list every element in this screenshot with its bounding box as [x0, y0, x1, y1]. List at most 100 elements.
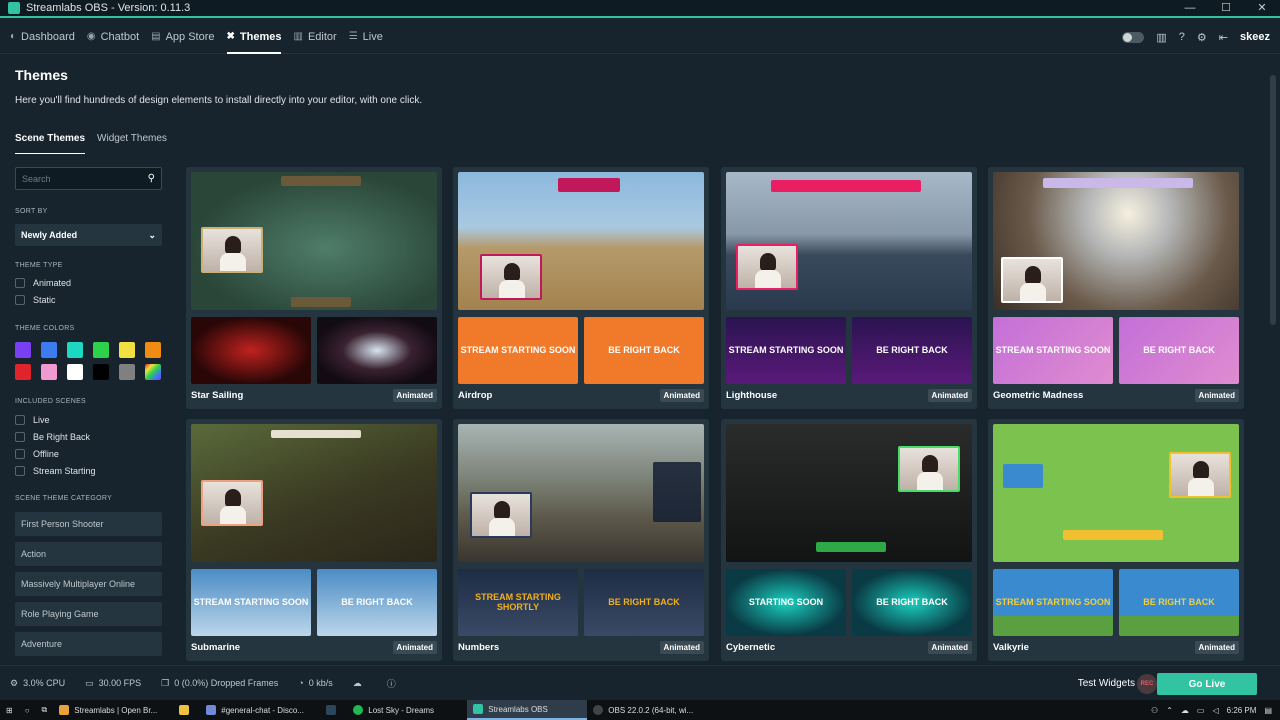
taskbar-app[interactable]: OBS 22.0.2 (64-bit, wi... [587, 700, 707, 720]
notifications-icon[interactable]: ▤ [1264, 706, 1272, 715]
settings-icon[interactable]: ⚙ [1197, 31, 1207, 44]
category-rpg[interactable]: Role Playing Game [15, 602, 162, 626]
go-live-button[interactable]: Go Live [1157, 673, 1257, 695]
chevron-up-icon[interactable]: ⌃ [1166, 706, 1173, 715]
content-scrollbar[interactable] [1266, 55, 1280, 665]
category-mmo[interactable]: Massively Multiplayer Online [15, 572, 162, 596]
nav-label: Themes [239, 30, 282, 43]
editor-icon: ▥ [293, 31, 303, 42]
checkbox[interactable] [15, 415, 25, 425]
theme-preview[interactable] [458, 172, 704, 310]
scene-option-brb[interactable]: Be Right Back [15, 432, 162, 442]
task-view-icon[interactable]: ⧉ [36, 700, 54, 720]
test-widgets-button[interactable]: Test Widgets [1078, 678, 1135, 689]
theme-preview[interactable] [993, 424, 1239, 562]
tab-scene-themes[interactable]: Scene Themes [15, 133, 86, 154]
taskbar-app[interactable]: Streamlabs | Open Br... [53, 700, 173, 720]
network-icon[interactable]: ▭ [1197, 706, 1205, 715]
color-swatch-green[interactable] [93, 342, 109, 358]
taskbar-app[interactable]: Streamlabs OBS [467, 700, 588, 720]
taskbar-app-label: Streamlabs | Open Br... [74, 705, 158, 715]
theme-card[interactable]: STREAM STARTING SOON BE RIGHT BACK Valky… [988, 419, 1244, 661]
people-icon[interactable]: ⚇ [1151, 706, 1158, 715]
minimize-button[interactable]: — [1172, 0, 1208, 17]
file-explorer-icon[interactable] [173, 700, 200, 720]
nav-editor[interactable]: ▥ Editor [293, 20, 336, 54]
clock[interactable]: 6:26 PM [1227, 706, 1257, 715]
theme-badge: Animated [659, 641, 704, 654]
color-swatch-pink[interactable] [41, 364, 57, 380]
cloud-icon: ☁ [352, 677, 362, 688]
sort-dropdown[interactable]: Newly Added ⌄ [15, 224, 162, 246]
onedrive-icon[interactable]: ☁ [1181, 706, 1189, 715]
color-swatch-rainbow[interactable] [145, 364, 161, 380]
close-button[interactable]: ✕ [1244, 0, 1280, 17]
nav-dashboard[interactable]: ◐ Dashboard [10, 20, 75, 54]
theme-preview[interactable] [726, 172, 972, 310]
dropped-frames: 0 (0.0%) Dropped Frames [174, 678, 279, 688]
layout-icon[interactable]: ▥ [1156, 31, 1166, 44]
color-swatch-black[interactable] [93, 364, 109, 380]
fps-icon: ▭ [85, 677, 94, 688]
checkbox[interactable] [15, 449, 25, 459]
scene-option-starting[interactable]: Stream Starting [15, 466, 162, 476]
theme-card[interactable]: STREAM STARTING SOON BE RIGHT BACK Subma… [186, 419, 442, 661]
theme-card[interactable]: STARTING SOON BE RIGHT BACK Cybernetic An… [721, 419, 977, 661]
taskbar-app[interactable]: Lost Sky - Dreams [347, 700, 467, 720]
theme-preview[interactable] [458, 424, 704, 562]
nav-chatbot[interactable]: ◉ Chatbot [87, 20, 139, 54]
theme-thumb: BE RIGHT BACK [584, 317, 704, 384]
checkbox[interactable] [15, 432, 25, 442]
category-action[interactable]: Action [15, 542, 162, 566]
theme-preview[interactable] [191, 424, 437, 562]
type-option-animated[interactable]: Animated [15, 278, 162, 288]
search-icon[interactable]: ⚲ [148, 173, 155, 184]
logout-icon[interactable]: ⇤ [1219, 31, 1228, 44]
tab-widget-themes[interactable]: Widget Themes [97, 133, 167, 154]
category-fps[interactable]: First Person Shooter [15, 512, 162, 536]
theme-card[interactable]: STREAM STARTING SOON BE RIGHT BACK Geome… [988, 167, 1244, 409]
checkbox[interactable] [15, 466, 25, 476]
color-swatch-orange[interactable] [145, 342, 161, 358]
theme-card[interactable]: STREAM STARTING SOON BE RIGHT BACK Light… [721, 167, 977, 409]
window-titlebar: Streamlabs OBS - Version: 0.11.3 — ☐ ✕ [0, 0, 1280, 18]
color-swatch-gray[interactable] [119, 364, 135, 380]
color-swatch-purple[interactable] [15, 342, 31, 358]
search-input[interactable]: Search ⚲ [15, 167, 162, 190]
chrome-icon [59, 705, 70, 715]
taskbar-app[interactable]: #general-chat - Disco... [200, 700, 320, 720]
nav-themes[interactable]: ✖ Themes [226, 20, 282, 54]
checkbox[interactable] [15, 295, 25, 305]
username[interactable]: skeez [1240, 31, 1270, 43]
color-swatch-blue[interactable] [41, 342, 57, 358]
theme-preview[interactable] [726, 424, 972, 562]
help-icon[interactable]: ? [1179, 31, 1185, 43]
scene-option-offline[interactable]: Offline [15, 449, 162, 459]
info-icon[interactable]: ⓘ [387, 677, 396, 690]
theme-card[interactable]: STREAM STARTING SOON BE RIGHT BACK Airdr… [453, 167, 709, 409]
start-icon[interactable]: ⊞ [0, 700, 19, 720]
record-button[interactable]: REC [1137, 674, 1157, 694]
theme-card[interactable]: STREAM STARTING SHORTLY BE RIGHT BACK Nu… [453, 419, 709, 661]
night-mode-toggle[interactable] [1122, 31, 1145, 43]
checkbox[interactable] [15, 278, 25, 288]
color-swatch-white[interactable] [67, 364, 83, 380]
theme-card[interactable]: Star Sailing Animated [186, 167, 442, 409]
type-option-static[interactable]: Static [15, 295, 162, 305]
category-label: SCENE THEME CATEGORY [15, 495, 113, 502]
cortana-icon[interactable]: ○ [19, 700, 36, 720]
nav-app-store[interactable]: ▤ App Store [151, 20, 214, 54]
color-swatch-teal[interactable] [67, 342, 83, 358]
maximize-button[interactable]: ☐ [1208, 0, 1244, 17]
volume-icon[interactable]: ◁ [1212, 706, 1218, 715]
color-swatch-yellow[interactable] [119, 342, 135, 358]
theme-preview[interactable] [993, 172, 1239, 310]
category-adventure[interactable]: Adventure [15, 632, 162, 656]
theme-preview[interactable] [191, 172, 437, 310]
steam-icon[interactable] [320, 700, 347, 720]
nav-label: App Store [165, 30, 215, 43]
scrollbar-thumb[interactable] [1270, 75, 1276, 325]
nav-live[interactable]: ☰ Live [349, 20, 383, 54]
color-swatch-red[interactable] [15, 364, 31, 380]
scene-option-live[interactable]: Live [15, 415, 162, 425]
